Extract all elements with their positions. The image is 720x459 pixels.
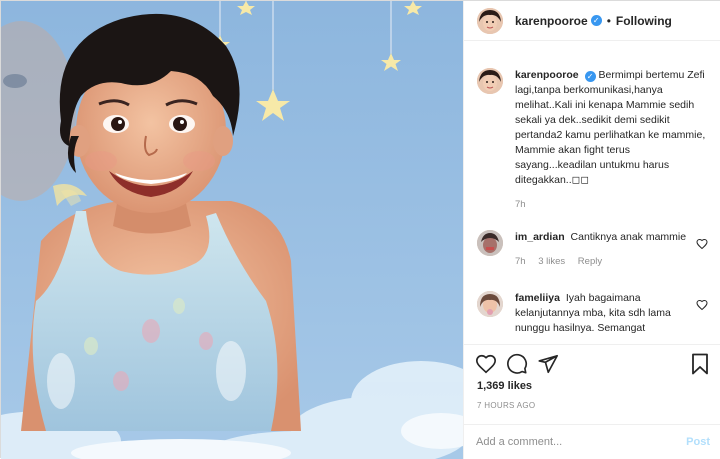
comment-username[interactable]: fameliiya [515, 292, 560, 304]
post-timestamp[interactable]: 7 HOURS AGO [477, 401, 535, 410]
post-sidebar: karenpooroe ✓ • Following karenpooroe ✓ … [463, 1, 720, 459]
caption-meta: 7h [515, 197, 708, 212]
comment-text: Cantiknya anak mammie [570, 231, 687, 243]
comment-body: fameliiya Iyah bagaimana kelanjutannya m… [515, 291, 696, 336]
girl-illustration [1, 1, 463, 459]
avatar[interactable] [477, 7, 503, 34]
avatar-image [477, 7, 503, 34]
comment-avatar[interactable] [477, 230, 503, 256]
comment-like-heart-icon[interactable] [696, 299, 708, 311]
comment-meta: 7h 3 likes Reply [515, 254, 696, 269]
comment-likes[interactable]: 3 likes [538, 256, 565, 267]
comments-section: karenpooroe ✓ Bermimpi bertemu Zefi lagi,… [464, 56, 720, 344]
avatar-image [477, 230, 503, 256]
comment-avatar[interactable] [477, 291, 503, 317]
caption-body: karenpooroe ✓ Bermimpi bertemu Zefi lagi,… [515, 68, 708, 212]
comment-composer: Post [464, 424, 720, 459]
action-icons [475, 353, 568, 375]
like-heart-icon[interactable] [475, 353, 497, 375]
caption-text: Bermimpi bertemu Zefi lagi,tanpa berkomu… [515, 69, 706, 186]
share-paper-plane-icon[interactable] [537, 353, 559, 375]
caption: karenpooroe ✓ Bermimpi bertemu Zefi lagi,… [464, 68, 720, 212]
verified-badge-icon: ✓ [590, 15, 602, 26]
verified-badge-icon: ✓ [584, 71, 596, 82]
caption-text-line: karenpooroe ✓ Bermimpi bertemu Zefi lagi,… [515, 68, 708, 188]
avatar-image [477, 68, 503, 94]
post-header: karenpooroe ✓ • Following [464, 1, 720, 41]
following-button[interactable]: Following [616, 14, 672, 28]
reply-button[interactable]: Reply [578, 256, 602, 267]
like-count[interactable]: 1,369 likes [477, 380, 532, 392]
comment-bubble-icon[interactable] [506, 353, 528, 375]
instagram-post: karenpooroe ✓ • Following karenpooroe ✓ … [0, 0, 720, 459]
comment-input[interactable] [476, 436, 687, 448]
comment-username[interactable]: im_ardian [515, 231, 565, 243]
header-username[interactable]: karenpooroe [515, 14, 588, 28]
caption-avatar[interactable] [477, 68, 503, 94]
caption-time[interactable]: 7h [515, 199, 526, 210]
comment-item: im_ardian Cantiknya anak mammie 7h 3 lik… [464, 230, 720, 269]
caption-username[interactable]: karenpooroe [515, 69, 579, 81]
bookmark-icon[interactable] [690, 353, 710, 375]
comment-item: fameliiya Iyah bagaimana kelanjutannya m… [464, 291, 720, 336]
comment-like-heart-icon[interactable] [696, 238, 708, 250]
action-bar: 1,369 likes 7 HOURS AGO [464, 344, 720, 424]
post-image[interactable] [1, 1, 463, 459]
comment-time[interactable]: 7h [515, 256, 526, 267]
avatar-image [477, 291, 503, 317]
separator-dot: • [606, 13, 611, 28]
comment-body: im_ardian Cantiknya anak mammie 7h 3 lik… [515, 230, 696, 269]
post-comment-button[interactable]: Post [686, 436, 710, 448]
